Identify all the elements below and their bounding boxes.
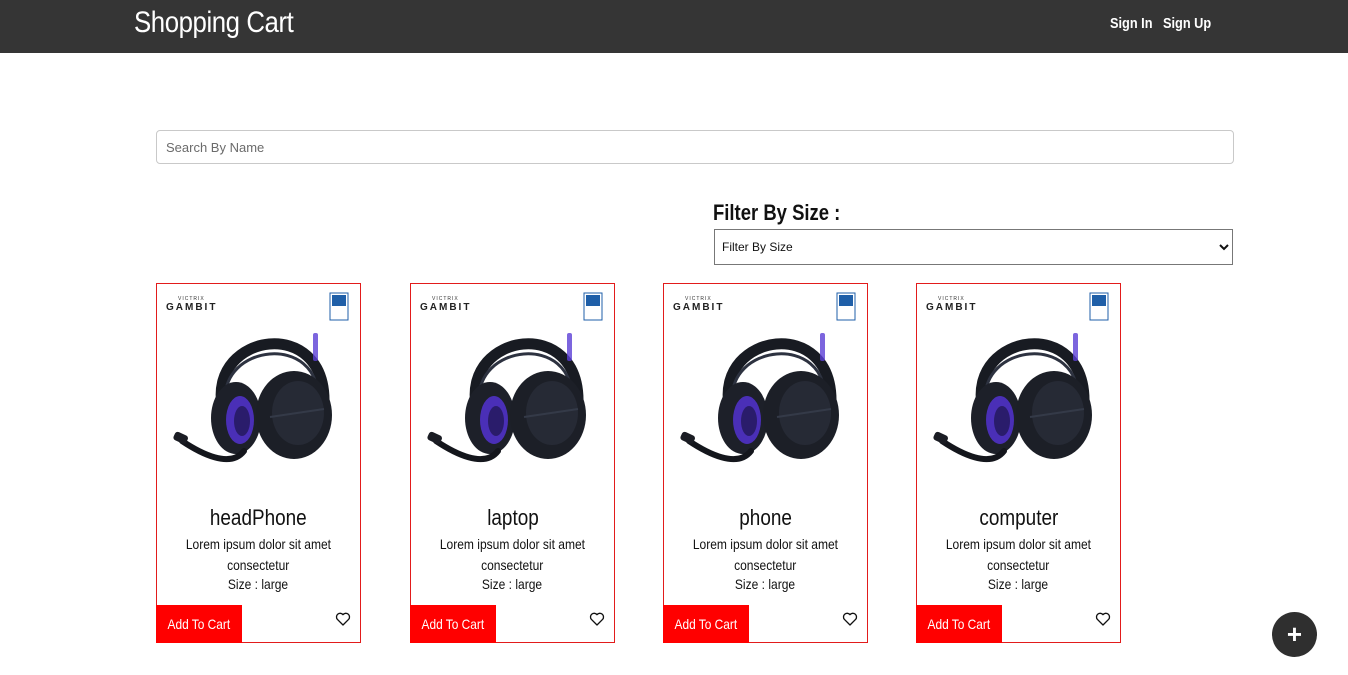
product-card: VICTRIX GAMBIT phone Lorem ipsum dolor s… <box>663 283 868 643</box>
product-size: Size : large <box>988 576 1049 592</box>
brand-title[interactable]: Shopping Cart <box>134 6 294 40</box>
product-title[interactable]: computer <box>917 505 1120 531</box>
product-brand-logo: GAMBIT <box>673 302 724 313</box>
filter-heading: Filter By Size : <box>713 200 841 225</box>
heart-icon[interactable] <box>1095 611 1111 627</box>
product-card: VICTRIX GAMBIT laptop Lorem ipsum dolor … <box>410 283 615 643</box>
product-card: VICTRIX GAMBIT computer Lorem ipsum dolo… <box>916 283 1121 643</box>
add-product-fab[interactable]: + <box>1272 612 1317 657</box>
add-to-cart-button[interactable]: Add To Cart <box>410 605 496 643</box>
product-description: Lorem ipsum dolor sit amet consectetur <box>945 536 1092 573</box>
size-filter-select[interactable]: Filter By Size <box>714 229 1233 265</box>
heart-icon[interactable] <box>335 611 351 627</box>
heart-icon[interactable] <box>589 611 605 627</box>
product-title[interactable]: phone <box>664 505 867 531</box>
plus-icon: + <box>1286 619 1303 649</box>
heart-icon[interactable] <box>842 611 858 627</box>
product-size: Size : large <box>228 576 289 592</box>
product-title[interactable]: headPhone <box>157 505 360 531</box>
product-image: VICTRIX GAMBIT <box>166 292 349 471</box>
product-brand-logo: GAMBIT <box>420 302 471 313</box>
sign-up-link[interactable]: Sign Up <box>1163 15 1211 32</box>
product-image: VICTRIX GAMBIT <box>420 292 603 471</box>
product-size: Size : large <box>735 576 796 592</box>
add-to-cart-button[interactable]: Add To Cart <box>156 605 242 643</box>
sign-in-link[interactable]: Sign In <box>1110 15 1153 32</box>
top-navbar: Shopping Cart Sign In Sign Up <box>0 0 1348 53</box>
product-description: Lorem ipsum dolor sit amet consectetur <box>185 536 332 573</box>
product-image: VICTRIX GAMBIT <box>926 292 1109 471</box>
product-description: Lorem ipsum dolor sit amet consectetur <box>439 536 586 573</box>
product-title[interactable]: laptop <box>411 505 614 531</box>
product-brand-logo: GAMBIT <box>166 302 217 313</box>
product-brand-logo: GAMBIT <box>926 302 977 313</box>
add-to-cart-button[interactable]: Add To Cart <box>916 605 1002 643</box>
product-card: VICTRIX GAMBIT headPhone Lorem ipsum dol… <box>156 283 361 643</box>
product-description: Lorem ipsum dolor sit amet consectetur <box>692 536 839 573</box>
product-size: Size : large <box>482 576 543 592</box>
search-input[interactable] <box>156 130 1234 164</box>
product-image: VICTRIX GAMBIT <box>673 292 856 471</box>
add-to-cart-button[interactable]: Add To Cart <box>663 605 749 643</box>
